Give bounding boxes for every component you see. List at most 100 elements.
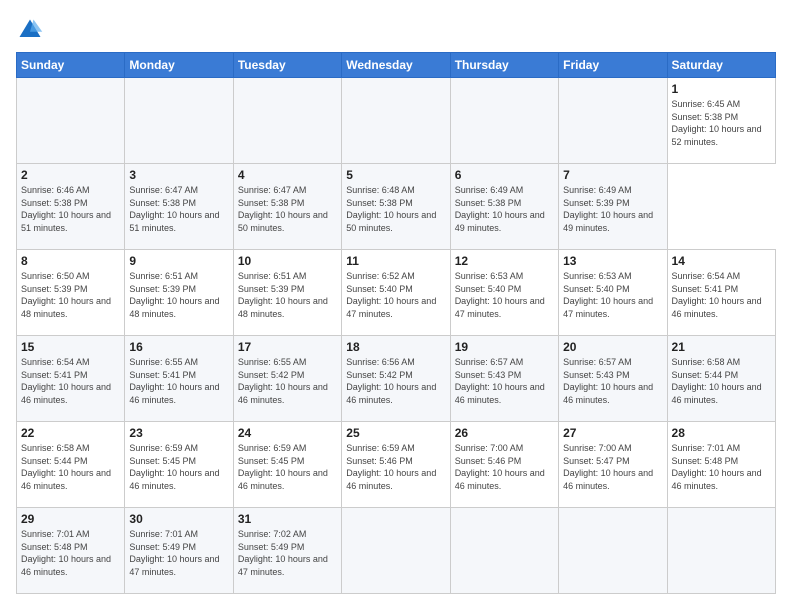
day-number: 19 bbox=[455, 340, 554, 354]
day-info: Sunrise: 6:50 AMSunset: 5:39 PMDaylight:… bbox=[21, 270, 120, 320]
day-cell-5: 5 Sunrise: 6:48 AMSunset: 5:38 PMDaylight… bbox=[342, 164, 450, 250]
day-info: Sunrise: 6:52 AMSunset: 5:40 PMDaylight:… bbox=[346, 270, 445, 320]
empty-cell bbox=[559, 508, 667, 594]
day-cell-22: 22Sunrise: 6:58 AMSunset: 5:44 PMDayligh… bbox=[17, 422, 125, 508]
day-cell-10: 10Sunrise: 6:51 AMSunset: 5:39 PMDayligh… bbox=[233, 250, 341, 336]
day-cell-4: 4 Sunrise: 6:47 AMSunset: 5:38 PMDaylight… bbox=[233, 164, 341, 250]
empty-cell bbox=[667, 508, 775, 594]
weekday-header-sunday: Sunday bbox=[17, 53, 125, 78]
header bbox=[16, 16, 776, 44]
day-number: 12 bbox=[455, 254, 554, 268]
weekday-header-tuesday: Tuesday bbox=[233, 53, 341, 78]
day-number: 1 bbox=[672, 82, 771, 96]
day-info: Sunrise: 6:46 AMSunset: 5:38 PMDaylight:… bbox=[21, 184, 120, 234]
day-cell-19: 19 Sunrise: 6:57 AMSunset: 5:43 PMDayligh… bbox=[450, 336, 558, 422]
logo-icon bbox=[16, 16, 44, 44]
day-info: Sunrise: 6:45 AMSunset: 5:38 PMDaylight:… bbox=[672, 98, 771, 148]
day-cell-16: 16Sunrise: 6:55 AMSunset: 5:41 PMDayligh… bbox=[125, 336, 233, 422]
empty-cell bbox=[450, 78, 558, 164]
weekday-header-monday: Monday bbox=[125, 53, 233, 78]
day-number: 7 bbox=[563, 168, 662, 182]
logo bbox=[16, 16, 48, 44]
day-number: 23 bbox=[129, 426, 228, 440]
day-info: Sunrise: 6:57 AMSunset: 5:43 PMDaylight:… bbox=[563, 356, 662, 406]
day-info: Sunrise: 6:49 AMSunset: 5:39 PMDaylight:… bbox=[563, 184, 662, 234]
day-cell-9: 9 Sunrise: 6:51 AMSunset: 5:39 PMDaylight… bbox=[125, 250, 233, 336]
weekday-header-friday: Friday bbox=[559, 53, 667, 78]
day-number: 8 bbox=[21, 254, 120, 268]
day-info: Sunrise: 6:54 AMSunset: 5:41 PMDaylight:… bbox=[21, 356, 120, 406]
day-info: Sunrise: 7:02 AMSunset: 5:49 PMDaylight:… bbox=[238, 528, 337, 578]
day-info: Sunrise: 6:59 AMSunset: 5:45 PMDaylight:… bbox=[129, 442, 228, 492]
day-info: Sunrise: 7:01 AMSunset: 5:49 PMDaylight:… bbox=[129, 528, 228, 578]
day-number: 5 bbox=[346, 168, 445, 182]
calendar-week-3: 8 Sunrise: 6:50 AMSunset: 5:39 PMDaylight… bbox=[17, 250, 776, 336]
empty-cell bbox=[450, 508, 558, 594]
day-cell-28: 28Sunrise: 7:01 AMSunset: 5:48 PMDayligh… bbox=[667, 422, 775, 508]
day-number: 9 bbox=[129, 254, 228, 268]
day-cell-27: 27 Sunrise: 7:00 AMSunset: 5:47 PMDayligh… bbox=[559, 422, 667, 508]
day-number: 24 bbox=[238, 426, 337, 440]
weekday-header-row: SundayMondayTuesdayWednesdayThursdayFrid… bbox=[17, 53, 776, 78]
day-number: 2 bbox=[21, 168, 120, 182]
day-number: 15 bbox=[21, 340, 120, 354]
day-info: Sunrise: 6:47 AMSunset: 5:38 PMDaylight:… bbox=[129, 184, 228, 234]
day-info: Sunrise: 6:57 AMSunset: 5:43 PMDaylight:… bbox=[455, 356, 554, 406]
day-info: Sunrise: 7:00 AMSunset: 5:47 PMDaylight:… bbox=[563, 442, 662, 492]
day-number: 27 bbox=[563, 426, 662, 440]
day-cell-8: 8 Sunrise: 6:50 AMSunset: 5:39 PMDaylight… bbox=[17, 250, 125, 336]
calendar-container: SundayMondayTuesdayWednesdayThursdayFrid… bbox=[0, 0, 792, 612]
day-number: 4 bbox=[238, 168, 337, 182]
day-info: Sunrise: 6:59 AMSunset: 5:46 PMDaylight:… bbox=[346, 442, 445, 492]
weekday-header-thursday: Thursday bbox=[450, 53, 558, 78]
calendar-week-1: 1 Sunrise: 6:45 AMSunset: 5:38 PMDaylight… bbox=[17, 78, 776, 164]
day-cell-14: 14Sunrise: 6:54 AMSunset: 5:41 PMDayligh… bbox=[667, 250, 775, 336]
day-cell-29: 29 Sunrise: 7:01 AMSunset: 5:48 PMDayligh… bbox=[17, 508, 125, 594]
day-info: Sunrise: 7:01 AMSunset: 5:48 PMDaylight:… bbox=[21, 528, 120, 578]
day-cell-26: 26Sunrise: 7:00 AMSunset: 5:46 PMDayligh… bbox=[450, 422, 558, 508]
day-info: Sunrise: 6:51 AMSunset: 5:39 PMDaylight:… bbox=[238, 270, 337, 320]
day-number: 14 bbox=[672, 254, 771, 268]
day-cell-3: 3 Sunrise: 6:47 AMSunset: 5:38 PMDaylight… bbox=[125, 164, 233, 250]
day-info: Sunrise: 6:47 AMSunset: 5:38 PMDaylight:… bbox=[238, 184, 337, 234]
day-info: Sunrise: 7:01 AMSunset: 5:48 PMDaylight:… bbox=[672, 442, 771, 492]
day-info: Sunrise: 6:48 AMSunset: 5:38 PMDaylight:… bbox=[346, 184, 445, 234]
day-number: 16 bbox=[129, 340, 228, 354]
day-cell-6: 6Sunrise: 6:49 AMSunset: 5:38 PMDaylight… bbox=[450, 164, 558, 250]
empty-cell bbox=[233, 78, 341, 164]
day-cell-15: 15 Sunrise: 6:54 AMSunset: 5:41 PMDayligh… bbox=[17, 336, 125, 422]
day-cell-18: 18Sunrise: 6:56 AMSunset: 5:42 PMDayligh… bbox=[342, 336, 450, 422]
day-number: 6 bbox=[455, 168, 554, 182]
day-info: Sunrise: 6:55 AMSunset: 5:42 PMDaylight:… bbox=[238, 356, 337, 406]
day-cell-12: 12Sunrise: 6:53 AMSunset: 5:40 PMDayligh… bbox=[450, 250, 558, 336]
day-number: 20 bbox=[563, 340, 662, 354]
day-number: 25 bbox=[346, 426, 445, 440]
day-cell-2: 2 Sunrise: 6:46 AMSunset: 5:38 PMDaylight… bbox=[17, 164, 125, 250]
weekday-header-saturday: Saturday bbox=[667, 53, 775, 78]
day-cell-31: 31Sunrise: 7:02 AMSunset: 5:49 PMDayligh… bbox=[233, 508, 341, 594]
day-info: Sunrise: 6:51 AMSunset: 5:39 PMDaylight:… bbox=[129, 270, 228, 320]
day-number: 21 bbox=[672, 340, 771, 354]
calendar-body: 1 Sunrise: 6:45 AMSunset: 5:38 PMDaylight… bbox=[17, 78, 776, 594]
calendar-week-4: 15 Sunrise: 6:54 AMSunset: 5:41 PMDayligh… bbox=[17, 336, 776, 422]
day-info: Sunrise: 6:59 AMSunset: 5:45 PMDaylight:… bbox=[238, 442, 337, 492]
day-cell-1: 1 Sunrise: 6:45 AMSunset: 5:38 PMDaylight… bbox=[667, 78, 775, 164]
calendar-week-6: 29 Sunrise: 7:01 AMSunset: 5:48 PMDayligh… bbox=[17, 508, 776, 594]
day-number: 13 bbox=[563, 254, 662, 268]
day-info: Sunrise: 6:58 AMSunset: 5:44 PMDaylight:… bbox=[21, 442, 120, 492]
empty-cell bbox=[342, 78, 450, 164]
day-cell-13: 13Sunrise: 6:53 AMSunset: 5:40 PMDayligh… bbox=[559, 250, 667, 336]
day-cell-24: 24 Sunrise: 6:59 AMSunset: 5:45 PMDayligh… bbox=[233, 422, 341, 508]
empty-cell bbox=[342, 508, 450, 594]
empty-cell bbox=[559, 78, 667, 164]
day-number: 29 bbox=[21, 512, 120, 526]
day-cell-20: 20 Sunrise: 6:57 AMSunset: 5:43 PMDayligh… bbox=[559, 336, 667, 422]
day-cell-11: 11 Sunrise: 6:52 AMSunset: 5:40 PMDayligh… bbox=[342, 250, 450, 336]
calendar-table: SundayMondayTuesdayWednesdayThursdayFrid… bbox=[16, 52, 776, 594]
day-info: Sunrise: 6:56 AMSunset: 5:42 PMDaylight:… bbox=[346, 356, 445, 406]
calendar-week-2: 2 Sunrise: 6:46 AMSunset: 5:38 PMDaylight… bbox=[17, 164, 776, 250]
day-number: 3 bbox=[129, 168, 228, 182]
day-number: 11 bbox=[346, 254, 445, 268]
day-cell-30: 30Sunrise: 7:01 AMSunset: 5:49 PMDayligh… bbox=[125, 508, 233, 594]
weekday-header-wednesday: Wednesday bbox=[342, 53, 450, 78]
